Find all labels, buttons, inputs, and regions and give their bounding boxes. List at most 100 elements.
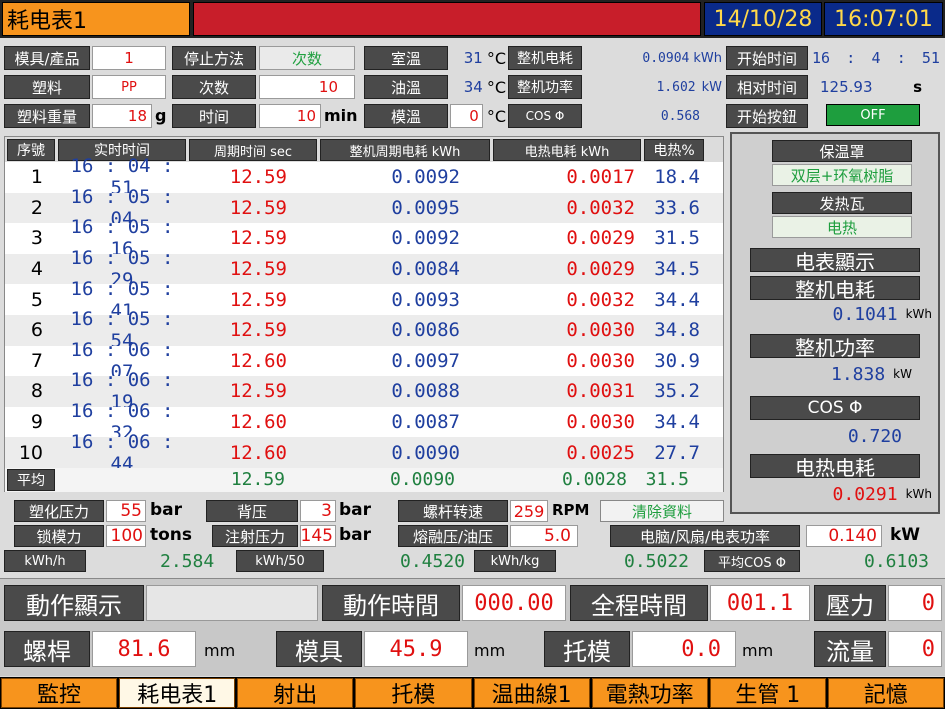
oil-temp-label: 油溫 [364, 75, 448, 99]
insulation-value[interactable]: 双层+环氧树脂 [772, 164, 912, 186]
mold-product-value[interactable]: 1 [92, 46, 166, 70]
status-strip: 動作顯示 動作時間 000.00 全程時間 001.1 壓力 0 螺桿 81.6… [0, 578, 945, 676]
relative-time-label: 相对时间 [726, 75, 808, 99]
avg-cos-label: 平均COS Φ [704, 550, 800, 572]
tab-7[interactable]: 記憶 [827, 678, 944, 708]
row-heat-energy: 0.0030 [566, 411, 635, 434]
ejector-label: 托模 [544, 631, 630, 667]
start-time-label: 开始时间 [726, 46, 808, 70]
melt-oil-label: 熔融压/油压 [398, 525, 508, 547]
row-cycle-energy: 0.0093 [391, 288, 460, 311]
start-button-toggle[interactable]: OFF [826, 104, 920, 126]
side-panel: 保温罩 双层+环氧树脂 发热瓦 电热 电表顯示 整机电耗 0.1041 kWh … [730, 132, 940, 514]
row-cycle-time: 12.59 [229, 196, 287, 219]
mm-unit: mm [742, 641, 774, 660]
heater-value[interactable]: 电热 [772, 216, 912, 238]
header-cycle-energy: 整机周期电耗 kWh [320, 139, 490, 161]
plastic-weight-unit: g [155, 106, 167, 125]
tab-6[interactable]: 生管 1 [709, 678, 826, 708]
celsius-unit: °C [486, 77, 506, 97]
bar-unit: bar [339, 500, 372, 520]
plastic-weight-label: 塑料重量 [4, 104, 90, 128]
back-pressure-label: 背压 [206, 500, 298, 522]
plastic-weight-value[interactable]: 18 [92, 104, 152, 128]
row-cycle-energy: 0.0095 [391, 196, 460, 219]
pressure-label: 壓力 [814, 585, 886, 621]
count-value[interactable]: 10 [259, 75, 355, 99]
start-button-label: 开始按鈕 [726, 104, 808, 128]
kwh-kg-value: 0.5022 [624, 551, 690, 572]
row-heat-energy: 0.0029 [566, 227, 635, 250]
tab-2[interactable]: 射出 [237, 678, 354, 708]
insulation-label: 保温罩 [772, 140, 912, 162]
tab-4[interactable]: 温曲線1 [473, 678, 590, 708]
room-temp-value: 31 °C [463, 48, 506, 68]
kwh-50-label: kWh/50 [236, 550, 324, 572]
row-index: 7 [30, 349, 43, 372]
plast-pressure-value[interactable]: 55 [106, 500, 146, 522]
row-index: 2 [30, 196, 43, 219]
plastic-label: 塑料 [4, 75, 90, 99]
row-heat-percent: 35.2 [654, 380, 700, 403]
screen-title: 耗电表1 [2, 2, 190, 36]
row-heat-percent: 27.7 [654, 441, 700, 464]
tons-unit: tons [150, 525, 193, 545]
action-display-label: 動作顯示 [4, 585, 144, 621]
side-machine-power-label: 整机功率 [750, 334, 920, 358]
flow-label: 流量 [814, 631, 886, 667]
cos-value: 0.568 [660, 108, 700, 124]
melt-oil-value[interactable]: 5.0 [510, 525, 578, 547]
row-cycle-time: 12.60 [229, 441, 287, 464]
row-cycle-energy: 0.0090 [391, 441, 460, 464]
tab-3[interactable]: 托模 [355, 678, 472, 708]
row-heat-energy: 0.0031 [566, 380, 635, 403]
machine-energy-label: 整机电耗 [508, 46, 582, 70]
table-body: 1 16 : 04 : 51 12.59 0.0092 0.0017 18.4 2 16 : … [5, 155, 723, 475]
row-heat-percent: 34.8 [654, 319, 700, 342]
ejector-value: 0.0 [632, 631, 736, 667]
avg-heat-energy: 0.0028 [561, 469, 627, 491]
energy-table: 序號 实时时间 周期时间 sec 整机周期电耗 kWh 电热电耗 kWh 电热%… [4, 136, 724, 492]
clamp-force-label: 锁模力 [14, 525, 104, 547]
tab-1[interactable]: 耗电表1 [119, 678, 236, 708]
kwh-h-label: kWh/h [4, 550, 86, 572]
relative-time-value: 125.93 s [820, 78, 922, 96]
row-heat-energy: 0.0032 [566, 288, 635, 311]
row-cycle-time: 12.59 [229, 380, 287, 403]
tab-5[interactable]: 電熱功率 [591, 678, 708, 708]
plastic-value[interactable]: PP [92, 75, 166, 99]
rpm-unit: RPM [552, 501, 590, 519]
screw-label: 螺桿 [4, 631, 90, 667]
side-heat-energy-label: 电热电耗 [750, 454, 920, 478]
row-heat-percent: 34.5 [654, 258, 700, 281]
total-time-value: 001.1 [710, 585, 810, 621]
kwh-50-value: 0.4520 [400, 551, 466, 572]
table-row: 10 16 : 06 : 44 12.60 0.0090 0.0025 27.7 [5, 431, 723, 475]
clear-data-button[interactable]: 清除資料 [600, 500, 724, 522]
tab-0[interactable]: 監控 [1, 678, 118, 708]
side-machine-power-value: 1.838 kW [830, 363, 912, 385]
celsius-unit: °C [486, 106, 506, 126]
celsius-unit: °C [486, 48, 506, 68]
inject-pressure-value[interactable]: 145 [300, 525, 336, 547]
back-pressure-value[interactable]: 3 [300, 500, 336, 522]
start-time-value: 16: 4: 51 [812, 49, 940, 67]
screw-speed-value[interactable]: 259 [510, 500, 548, 522]
header-cycle-time: 周期时间 sec [189, 139, 317, 161]
row-heat-percent: 34.4 [654, 411, 700, 434]
action-time-label: 動作時間 [322, 585, 460, 621]
fan-power-value[interactable]: 0.140 [806, 525, 882, 547]
plast-pressure-label: 塑化压力 [14, 500, 104, 522]
clamp-force-value[interactable]: 100 [106, 525, 146, 547]
date-display: 14/10/28 [704, 2, 822, 36]
row-cycle-energy: 0.0087 [391, 411, 460, 434]
kwh-kg-label: kWh/kg [474, 550, 556, 572]
time-value[interactable]: 10 [259, 104, 321, 128]
row-index: 4 [30, 258, 43, 281]
row-index: 1 [30, 166, 43, 189]
row-heat-percent: 34.4 [654, 288, 700, 311]
time-unit: min [324, 106, 358, 125]
stop-method-value[interactable]: 次数 [259, 46, 355, 70]
row-heat-energy: 0.0025 [566, 441, 635, 464]
row-cycle-time: 12.59 [229, 258, 287, 281]
